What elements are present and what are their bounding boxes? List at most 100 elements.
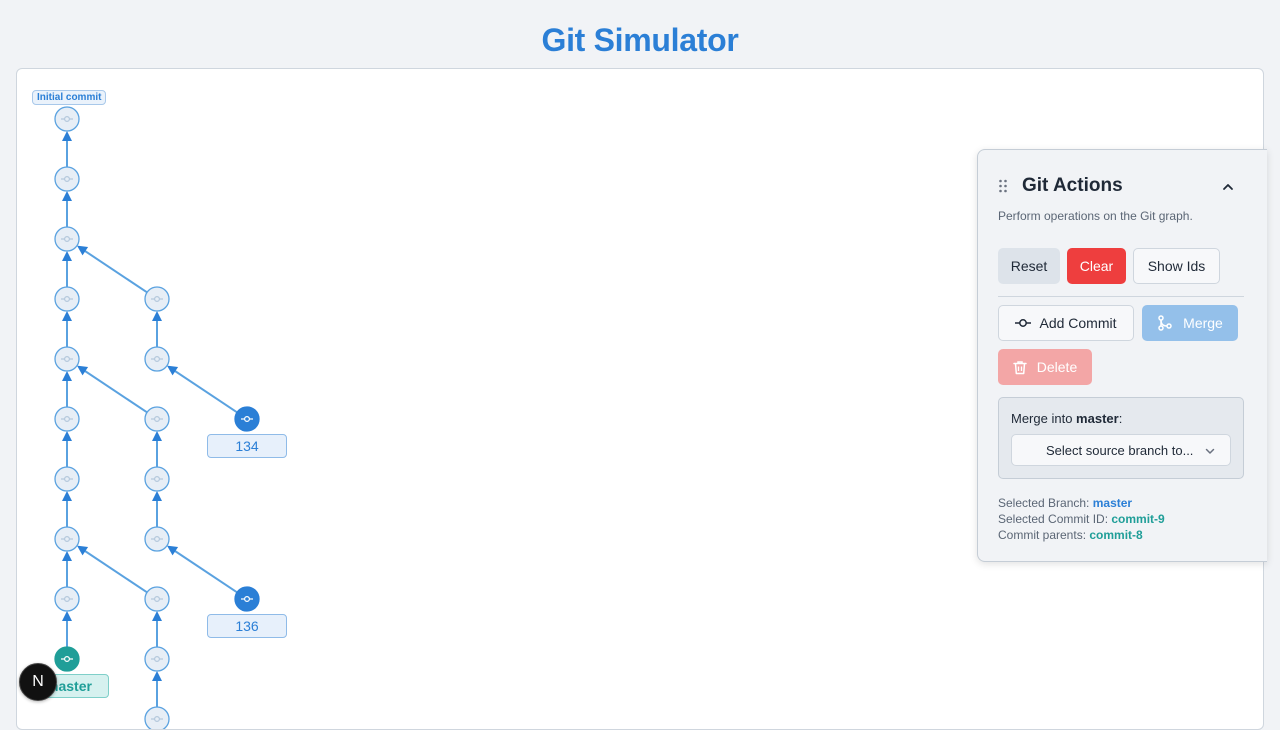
commit-node[interactable] (144, 346, 170, 372)
commit-parents-label: Commit parents: (998, 528, 1090, 542)
selected-commit-info: Selected Commit ID: commit-9 (998, 512, 1165, 526)
edge-arrowhead (62, 611, 72, 621)
commit-icon (154, 715, 161, 722)
commit-node[interactable] (144, 406, 170, 432)
delete-button[interactable]: Delete (998, 349, 1092, 385)
commit-icon (154, 655, 161, 662)
edge-arrowhead (76, 245, 89, 256)
merge-label-prefix: Merge into (1011, 411, 1077, 426)
commit-node[interactable] (234, 586, 260, 612)
reset-button[interactable]: Reset (998, 248, 1060, 284)
commit-icon (154, 476, 161, 483)
commit-node[interactable] (54, 226, 80, 252)
delete-label: Delete (1036, 359, 1078, 375)
commit-node[interactable] (234, 406, 260, 432)
divider (998, 296, 1244, 297)
commit-node[interactable] (54, 166, 80, 192)
commit-node[interactable] (54, 586, 80, 612)
clear-button[interactable]: Clear (1067, 248, 1126, 284)
merge-label: Merge (1183, 315, 1223, 331)
edge-arrowhead (152, 611, 162, 621)
commit-icon (154, 296, 161, 303)
commit-icon (244, 416, 251, 423)
edge-arrowhead (166, 365, 179, 376)
commit-icon (63, 536, 70, 543)
page-title: Git Simulator (541, 22, 739, 58)
commit-icon (63, 655, 70, 662)
merge-button[interactable]: Merge (1142, 305, 1238, 341)
commit-icon (63, 416, 70, 423)
commit-icon (244, 595, 251, 602)
framework-badge[interactable]: N (19, 663, 57, 701)
selected-commit-value: commit-9 (1111, 512, 1165, 526)
commit-icon (154, 356, 161, 363)
graph-edge (171, 548, 238, 594)
panel-title: Git Actions (1022, 175, 1123, 196)
commit-icon (63, 175, 70, 182)
edge-arrowhead (166, 545, 179, 556)
commit-icon (63, 356, 70, 363)
commit-icon (154, 416, 161, 423)
edge-arrowhead (152, 311, 162, 321)
edge-arrowhead (152, 431, 162, 441)
edge-arrowhead (62, 431, 72, 441)
commit-node[interactable] (54, 406, 80, 432)
edge-arrowhead (152, 671, 162, 681)
selected-branch-label: Selected Branch: (998, 496, 1093, 510)
commit-node[interactable] (144, 646, 170, 672)
git-commit-icon (1015, 319, 1032, 327)
git-actions-panel: Git Actions Perform operations on the Gi… (977, 149, 1267, 562)
edge-arrowhead (62, 311, 72, 321)
edge-arrowhead (152, 491, 162, 501)
edge-arrowhead (62, 371, 72, 381)
commit-node[interactable] (144, 706, 170, 729)
edge-arrowhead (62, 251, 72, 261)
selected-branch-info: Selected Branch: master (998, 496, 1132, 510)
commit-icon (154, 536, 161, 543)
graph-edge (81, 248, 148, 294)
merge-box: Merge into master: Select source branch … (998, 397, 1244, 479)
panel-description: Perform operations on the Git graph. (998, 209, 1193, 223)
source-branch-select[interactable]: Select source branch to... (1011, 434, 1231, 466)
graph-edge (81, 548, 148, 594)
commit-node[interactable] (144, 286, 170, 312)
merge-into-label: Merge into master: (1011, 411, 1122, 426)
graph-edge (81, 368, 148, 414)
edge-arrowhead (62, 551, 72, 561)
trash-icon (1013, 360, 1027, 374)
commit-node[interactable] (54, 646, 80, 672)
commit-node[interactable] (54, 286, 80, 312)
commit-parents-value: commit-8 (1089, 528, 1143, 542)
git-merge-icon (1158, 315, 1172, 331)
commit-icon (63, 236, 70, 243)
selected-branch-value: master (1092, 496, 1133, 510)
collapse-button[interactable] (1218, 177, 1238, 197)
add-commit-button[interactable]: Add Commit (998, 305, 1134, 341)
selected-commit-label: Selected Commit ID: (998, 512, 1112, 526)
initial-commit-tag: Initial commit (32, 90, 107, 105)
show-ids-button[interactable]: Show Ids (1133, 248, 1220, 284)
commit-node[interactable] (54, 526, 80, 552)
drag-handle-icon[interactable] (998, 179, 1008, 193)
chevron-down-icon (1205, 448, 1215, 454)
commit-node[interactable] (144, 526, 170, 552)
merge-target-branch: master (1076, 411, 1119, 426)
commit-node[interactable] (144, 466, 170, 492)
edge-arrowhead (76, 365, 89, 376)
commit-node[interactable] (54, 466, 80, 492)
edge-arrowhead (62, 131, 72, 141)
edge-arrowhead (76, 545, 89, 556)
graph-edge (171, 368, 238, 414)
branch-label-134[interactable]: 134 (207, 434, 287, 458)
commit-node[interactable] (144, 586, 170, 612)
branch-label-136[interactable]: 136 (207, 614, 287, 638)
commit-node[interactable] (54, 346, 80, 372)
commit-node[interactable] (54, 106, 80, 132)
edge-arrowhead (62, 191, 72, 201)
panel-header: Git Actions (998, 175, 1238, 199)
chevron-up-icon (1223, 184, 1233, 190)
commit-icon (63, 476, 70, 483)
source-branch-placeholder: Select source branch to... (1046, 442, 1194, 458)
commit-icon (154, 595, 161, 602)
edge-arrowhead (62, 491, 72, 501)
